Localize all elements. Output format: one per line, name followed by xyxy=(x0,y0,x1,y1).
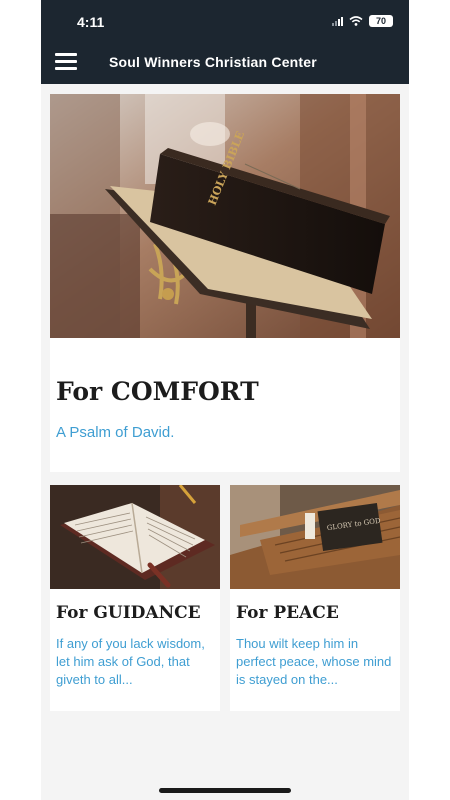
app-screen: 4:11 70 Soul Winners Christian Center HO… xyxy=(41,0,409,800)
peace-excerpt: Thou wilt keep him in perfect peace, who… xyxy=(236,636,392,687)
featured-title: For COMFORT xyxy=(56,377,259,406)
guidance-title: For GUIDANCE xyxy=(56,603,201,623)
church-pew-image: GLORY to GOD xyxy=(230,485,400,589)
status-time: 4:11 xyxy=(77,14,105,30)
cellular-signal-icon xyxy=(332,16,343,26)
bible-on-lectern-image: HOLY BIBLE xyxy=(50,94,400,338)
app-title: Soul Winners Christian Center xyxy=(109,54,317,70)
card-peace[interactable]: GLORY to GOD For PEACE Thou wilt keep hi… xyxy=(230,485,400,711)
status-icons: 70 xyxy=(332,15,393,27)
peace-title: For PEACE xyxy=(236,603,339,623)
open-bible-image xyxy=(50,485,220,589)
app-header: 4:11 70 Soul Winners Christian Center xyxy=(41,0,409,84)
featured-card-comfort[interactable]: HOLY BIBLE For COMFORT A Psalm of David. xyxy=(50,94,400,472)
featured-subtitle: A Psalm of David. xyxy=(56,424,175,441)
battery-icon: 70 xyxy=(369,15,393,27)
guidance-excerpt: If any of you lack wisdom, let him ask o… xyxy=(56,636,205,687)
wifi-icon xyxy=(349,16,363,26)
hamburger-menu-icon[interactable] xyxy=(55,52,77,70)
home-indicator[interactable] xyxy=(159,788,291,793)
card-guidance[interactable]: For GUIDANCE If any of you lack wisdom, … xyxy=(50,485,220,711)
